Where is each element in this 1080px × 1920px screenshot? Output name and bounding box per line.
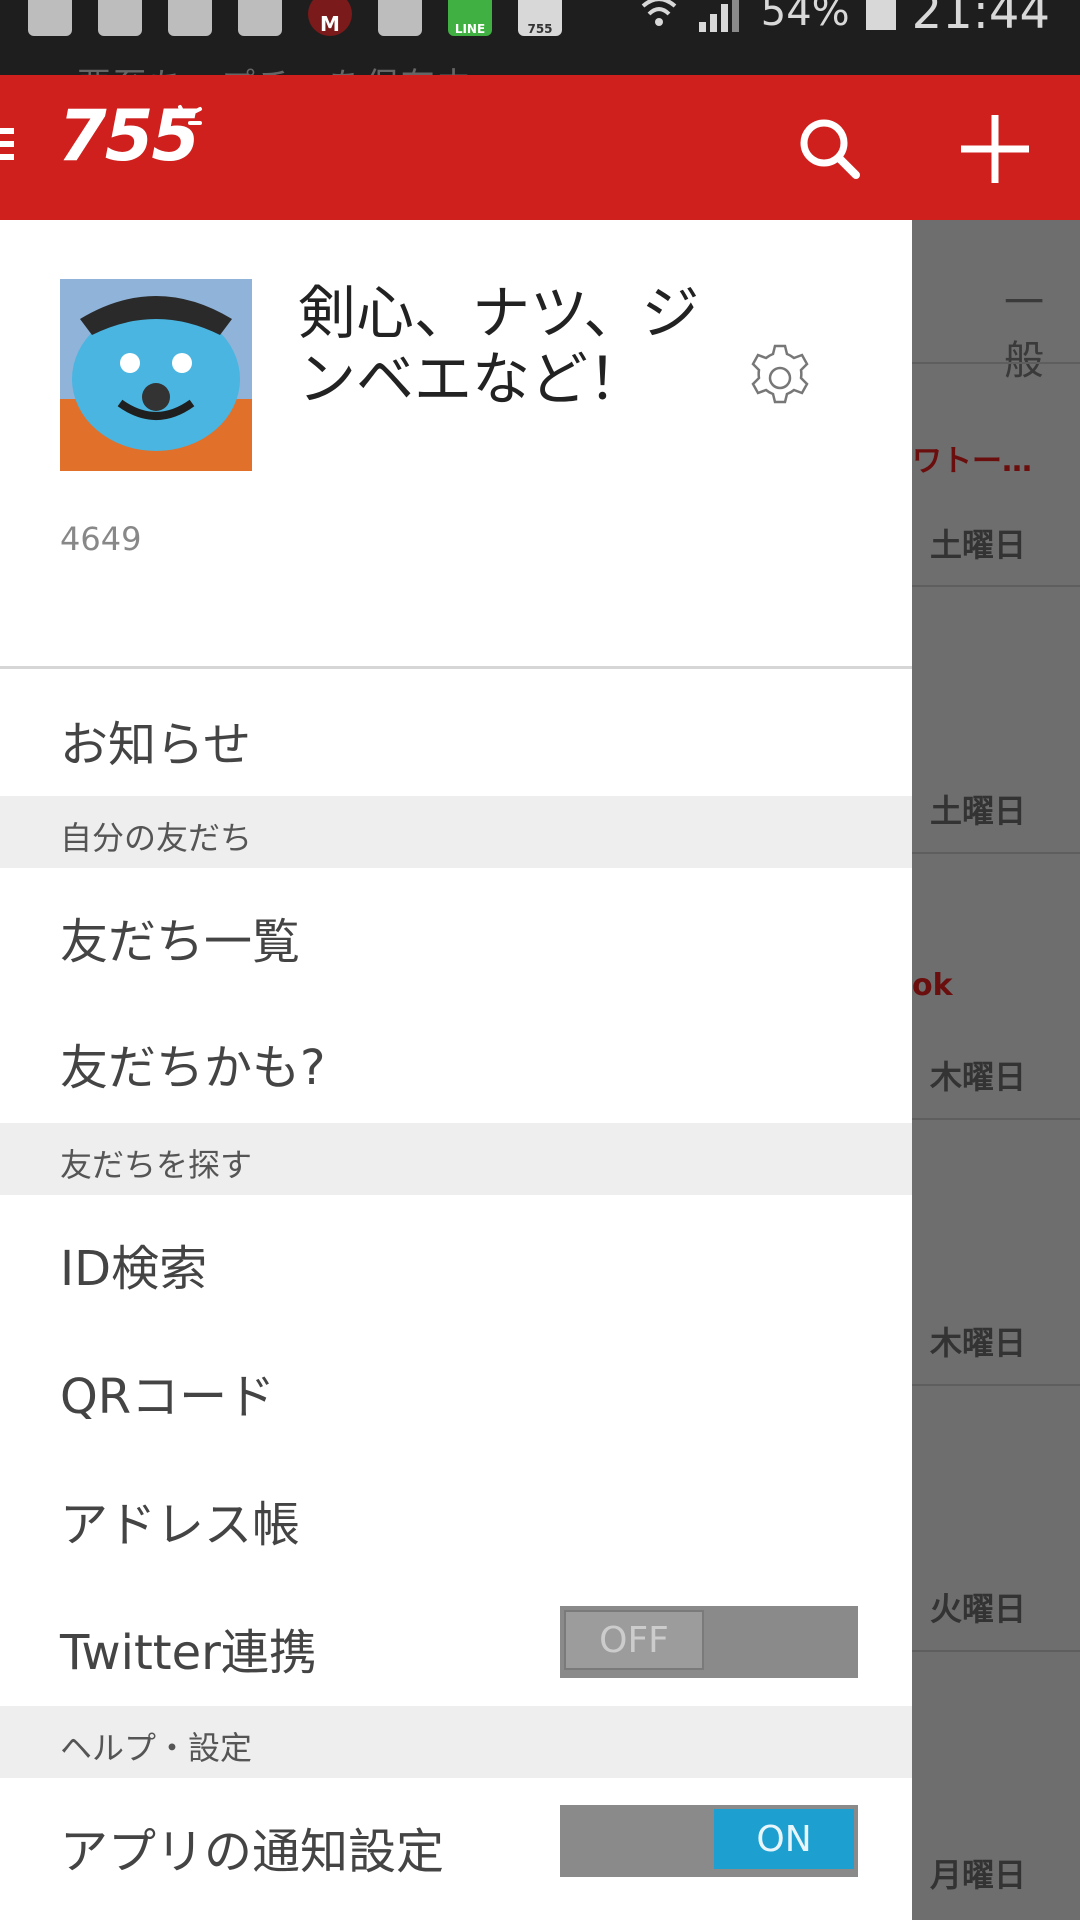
avatar[interactable] (60, 279, 252, 471)
menu-item-label: QRコード (60, 1369, 276, 1425)
menu-item-label: 友だちかも? (60, 1040, 326, 1096)
section-label: 自分の友だち (60, 819, 253, 857)
status-bar: M LINE 755 54% 21:44 □ 要至ちゃプチャを保存中 (0, 0, 1080, 75)
search-icon[interactable] (790, 109, 870, 189)
gear-icon[interactable] (742, 340, 818, 416)
clock: 21:44 (911, 0, 1050, 40)
toggle-knob: OFF (564, 1610, 704, 1670)
background-post-title: ワトー… (912, 444, 1032, 479)
menu-item-friend-list[interactable]: 友だち一覧 (0, 868, 912, 994)
menu-item-notifications[interactable]: お知らせ (0, 671, 912, 797)
divider (912, 585, 1080, 587)
status-right: 54% 21:44 (639, 0, 1050, 40)
twitter-toggle[interactable]: OFF (560, 1606, 858, 1678)
section-header-help-settings: ヘルプ・設定 (0, 1706, 912, 1778)
menu-item-label: 友だち一覧 (60, 914, 301, 970)
navigation-drawer: 剣心、ナツ、ジンベエなど！ 4649 お知らせ 自分の友だち 友だち一覧 友だち… (0, 220, 912, 1920)
background-day: 木曜日 (930, 1324, 1027, 1362)
app-header: 755 (0, 75, 1080, 220)
background-day: 月曜日 (930, 1856, 1027, 1894)
background-timeline: 一般 ワトー… 土曜日 土曜日 ok 木曜日 木曜日 火曜日 月曜日 (912, 220, 1080, 1920)
menu-item-label: Twitter連携 (60, 1625, 317, 1681)
divider (912, 362, 1080, 364)
background-day: 土曜日 (930, 792, 1027, 830)
plus-icon (28, 0, 72, 36)
twitter-icon (168, 0, 212, 36)
notification-ghost-text: □ 要至ちゃプチャを保存中 (30, 58, 473, 75)
menu-item-qr-code[interactable]: QRコード (0, 1323, 912, 1449)
mcafee-icon: M (308, 0, 352, 36)
toggle-knob: ON (714, 1809, 854, 1869)
battery-icon (865, 0, 896, 30)
line-app-icon: LINE (448, 0, 492, 36)
profile-id: 4649 (60, 520, 142, 558)
twitter-icon (98, 0, 142, 36)
divider (912, 1118, 1080, 1120)
menu-item-address-book[interactable]: アドレス帳 (0, 1451, 912, 1577)
logo-spark-icon (178, 105, 202, 125)
menu-item-twitter: Twitter連携 OFF (0, 1579, 912, 1705)
menu-item-notification-settings: アプリの通知設定 ON (0, 1778, 912, 1904)
image-icon (378, 0, 422, 36)
menu-item-label: アプリの通知設定 (60, 1824, 445, 1880)
section-header-find-friends: 友だちを探す (0, 1123, 912, 1195)
menu-item-id-search[interactable]: ID検索 (0, 1195, 912, 1321)
divider (912, 852, 1080, 854)
background-day: 土曜日 (930, 526, 1027, 564)
background-day: 木曜日 (930, 1058, 1027, 1096)
menu-icon[interactable] (0, 128, 14, 168)
background-day: 火曜日 (930, 1590, 1027, 1628)
add-icon[interactable] (955, 109, 1035, 189)
menu-item-label: お知らせ (60, 717, 252, 773)
menu-item-maybe-friends[interactable]: 友だちかも? (0, 994, 912, 1120)
profile-name: 剣心、ナツ、ジンベエなど！ (298, 279, 700, 413)
notification-toggle[interactable]: ON (560, 1805, 858, 1877)
divider (912, 1384, 1080, 1386)
divider (912, 1650, 1080, 1652)
status-notification-icons: M LINE 755 (28, 0, 562, 36)
background-tab: 一般 (1004, 280, 1044, 384)
menu-item-label: アドレス帳 (60, 1497, 301, 1553)
download-icon (238, 0, 282, 36)
app-755-icon: 755 (518, 0, 562, 36)
divider (0, 666, 912, 669)
section-header-my-friends: 自分の友だち (0, 796, 912, 868)
wifi-icon (641, 0, 677, 26)
section-label: ヘルプ・設定 (60, 1729, 253, 1767)
section-label: 友だちを探す (60, 1146, 253, 1184)
menu-item-label: ID検索 (60, 1241, 208, 1297)
background-post-title: ok (912, 968, 953, 1003)
battery-percent: 54% (760, 0, 850, 35)
signal-icon (698, 0, 739, 32)
